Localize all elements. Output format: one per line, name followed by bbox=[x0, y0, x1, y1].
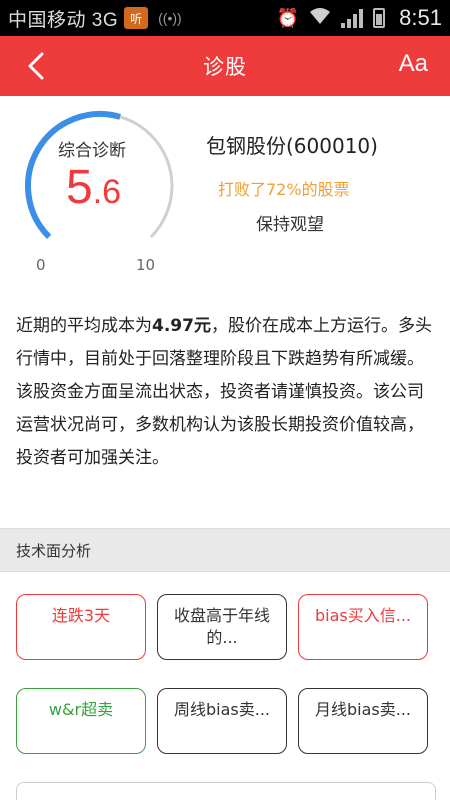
advice-text: 保持观望 bbox=[256, 215, 324, 235]
diagnosis-description: 近期的平均成本为4.97元，股价在成本上方运行。多头行情中，目前处于回落整理阶段… bbox=[16, 310, 436, 475]
tag-item[interactable]: 连跌3天 bbox=[16, 594, 146, 660]
app-header: 诊股 Aa bbox=[0, 36, 450, 96]
description-suffix: ，股价在成本上方运行。多头行情中，目前处于回落整理阶段且下跌趋势有所减缓。该股资… bbox=[16, 316, 432, 468]
beat-percentage: 打败了72%的股票 bbox=[218, 180, 350, 199]
wifi-icon bbox=[309, 7, 331, 30]
font-size-button[interactable]: Aa bbox=[399, 50, 428, 78]
next-panel bbox=[16, 782, 436, 800]
page-title: 诊股 bbox=[203, 55, 247, 79]
back-button[interactable] bbox=[18, 48, 54, 84]
tag-label: 周线bias卖... bbox=[173, 700, 270, 719]
clock-time: 8:51 bbox=[399, 5, 442, 30]
tag-item[interactable]: 收盘高于年线的... bbox=[157, 594, 287, 660]
battery-icon bbox=[373, 8, 386, 28]
antenna-icon: ((•)) bbox=[158, 10, 182, 26]
average-cost-value: 4.97元 bbox=[152, 316, 211, 336]
alarm-icon: ⏰ bbox=[276, 7, 300, 28]
signal-icon bbox=[341, 8, 364, 28]
gauge-label: 综合诊断 bbox=[58, 141, 126, 161]
status-icons: ⏰ 8:51 bbox=[277, 5, 442, 31]
tag-item[interactable]: bias买入信... bbox=[298, 594, 428, 660]
app-badge-icon: 听 bbox=[124, 7, 149, 29]
description-prefix: 近期的平均成本为 bbox=[16, 316, 152, 336]
score-value-decimal: .6 bbox=[92, 173, 122, 211]
status-bar: 中国移动 3G 听 ((•)) ⏰ 8:51 bbox=[0, 0, 450, 36]
gauge-max-label: 10 bbox=[136, 256, 156, 274]
tag-label: bias买入信... bbox=[314, 606, 411, 625]
score-value-integer: 5 bbox=[66, 161, 93, 214]
chevron-left-icon bbox=[28, 52, 44, 80]
carrier-label: 中国移动 3G bbox=[8, 9, 119, 31]
section-title: 技术面分析 bbox=[16, 541, 92, 560]
diagnosis-summary: 综合诊断 5.6 0 10 包钢股份(600010) 打败了72%的股票 保持观… bbox=[0, 96, 450, 286]
tag-label: 连跌3天 bbox=[51, 606, 111, 625]
tag-item[interactable]: 周线bias卖... bbox=[157, 688, 287, 754]
score-value: 5.6 bbox=[66, 160, 121, 215]
tag-label: 收盘高于年线的... bbox=[173, 606, 270, 647]
technical-analysis-header: 技术面分析 bbox=[0, 528, 450, 572]
tag-label: 月线bias卖... bbox=[314, 700, 411, 719]
tag-item[interactable]: w&r超卖 bbox=[16, 688, 146, 754]
stock-name: 包钢股份(600010) bbox=[206, 134, 378, 158]
gauge-min-label: 0 bbox=[36, 256, 46, 274]
tag-item[interactable]: 月线bias卖... bbox=[298, 688, 428, 754]
tag-label: w&r超卖 bbox=[48, 700, 114, 719]
